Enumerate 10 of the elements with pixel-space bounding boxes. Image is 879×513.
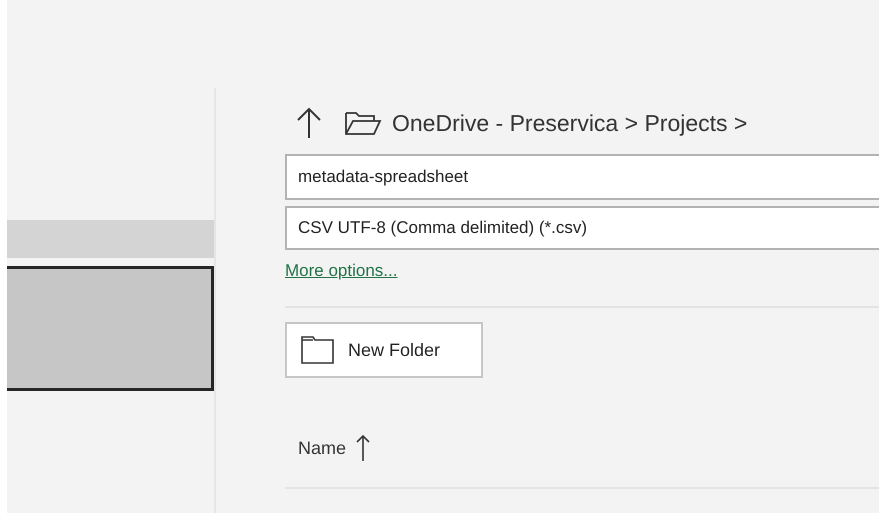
- file-name-field[interactable]: metadata-spreadsheet: [285, 154, 879, 200]
- breadcrumb-path[interactable]: OneDrive - Preservica > Projects >: [392, 106, 748, 140]
- column-header[interactable]: Name: [298, 434, 370, 462]
- file-type-dropdown[interactable]: CSV UTF-8 (Comma delimited) (*.csv): [285, 206, 879, 250]
- more-options-link[interactable]: More options...: [285, 261, 398, 280]
- folder-icon: [344, 110, 382, 136]
- folder-icon: [301, 336, 334, 364]
- nav-item[interactable]: [7, 266, 214, 391]
- new-folder-button[interactable]: New Folder: [285, 322, 483, 378]
- up-arrow-icon[interactable]: [296, 107, 322, 139]
